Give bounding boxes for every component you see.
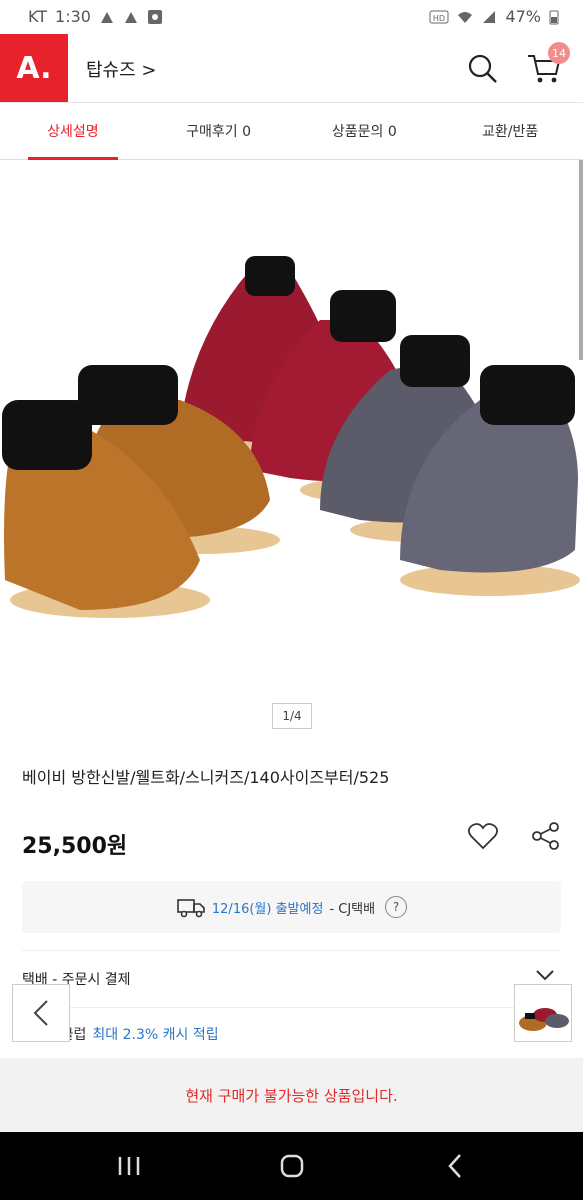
chevron-down-icon[interactable] — [535, 965, 555, 985]
svg-text:HD: HD — [433, 14, 445, 23]
product-image[interactable] — [0, 160, 583, 690]
truck-icon — [177, 899, 205, 918]
signal-icon — [483, 10, 496, 23]
notification-icon — [100, 11, 113, 23]
app-header: A. 탑슈즈 > 14 — [0, 34, 583, 103]
product-price: 25,500원 — [22, 834, 128, 859]
ship-carrier: - CJ택배 — [329, 901, 376, 917]
recent-apps-icon[interactable] — [114, 1152, 144, 1180]
battery-percent: 47% — [505, 7, 541, 26]
cash-reward-row: 스마일클럽 최대 2.3% 캐시 적립 — [22, 1010, 561, 1058]
delivery-option-row[interactable]: 택배 - 주문시 결제 — [22, 950, 561, 1008]
system-nav-bar — [0, 1132, 583, 1200]
recent-item-thumbnail[interactable] — [514, 984, 572, 1042]
ship-date: 12/16(월) 출발예정 — [211, 901, 324, 917]
heart-icon[interactable] — [467, 821, 499, 851]
product-title: 베이비 방한신발/웰트화/스니커즈/140사이즈부터/525 — [22, 768, 390, 787]
home-icon[interactable] — [277, 1152, 307, 1180]
help-button[interactable]: ? — [385, 896, 408, 918]
status-bar: KT 1:30 HD 47% — [0, 0, 583, 34]
shipping-info-box: 12/16(월) 출발예정 - CJ택배 ? — [22, 881, 561, 933]
search-icon[interactable] — [466, 52, 498, 84]
app-logo[interactable]: A. — [0, 34, 68, 102]
notification-icon — [124, 11, 137, 23]
shop-name-link[interactable]: 탑슈즈 > — [86, 56, 156, 82]
share-icon[interactable] — [530, 821, 562, 851]
tab-questions[interactable]: 상품문의 0 — [292, 103, 438, 159]
carrier-label: KT — [28, 7, 48, 26]
soldout-banner: 현재 구매가 불가능한 상품입니다. — [0, 1058, 583, 1132]
tab-reviews[interactable]: 구매후기 0 — [146, 103, 292, 159]
product-tabs: 상세설명 구매후기 0 상품문의 0 교환/반품 — [0, 103, 583, 160]
tab-returns[interactable]: 교환/반품 — [437, 103, 583, 159]
cash-reward-highlight: 최대 2.3% 캐시 적립 — [92, 1027, 219, 1043]
hd-icon: HD — [429, 10, 449, 23]
image-pager: 1/4 — [272, 703, 312, 729]
back-button[interactable] — [12, 984, 70, 1042]
battery-icon — [549, 10, 559, 24]
tab-details[interactable]: 상세설명 — [0, 103, 146, 160]
wifi-icon — [458, 11, 473, 23]
media-icon — [147, 9, 162, 24]
chevron-left-icon — [33, 1000, 48, 1026]
shoe-thumbnail-icon — [515, 985, 571, 1041]
clock: 1:30 — [55, 7, 91, 26]
scroll-indicator[interactable] — [579, 160, 583, 360]
cart-count-badge: 14 — [548, 42, 570, 64]
back-nav-icon[interactable] — [440, 1152, 470, 1180]
